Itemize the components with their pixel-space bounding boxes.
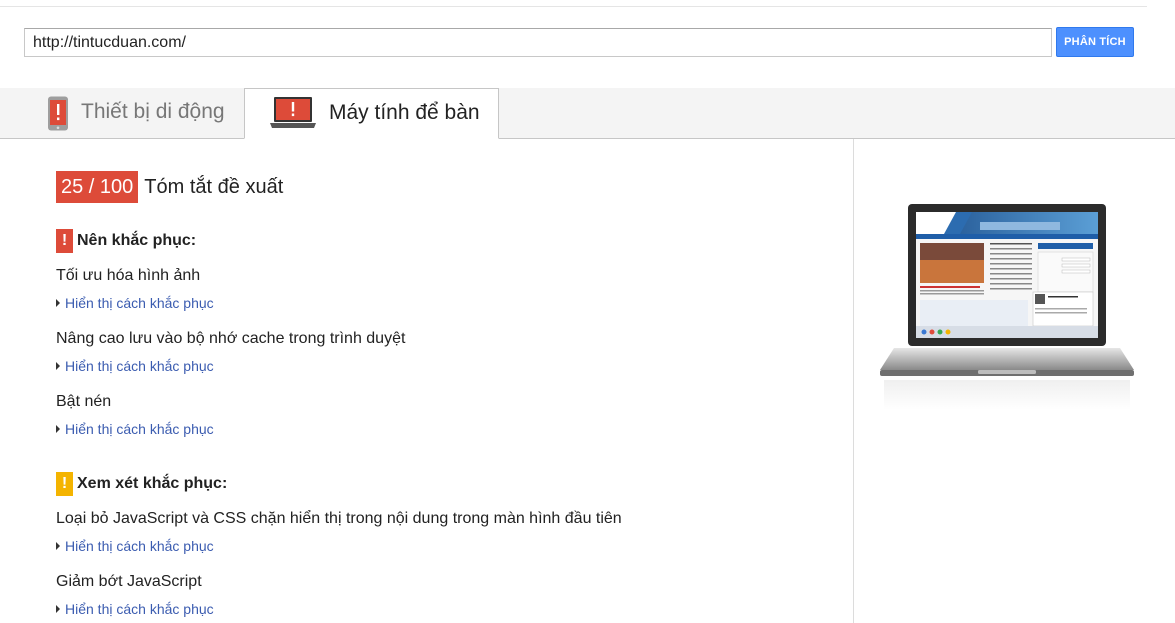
- show-fix-link[interactable]: Hiển thị cách khắc phục: [56, 601, 214, 617]
- device-tabs: Thiết bị di động Máy tính để bàn: [0, 88, 1175, 139]
- top-divider: [0, 6, 1147, 7]
- analyze-button[interactable]: PHÂN TÍCH: [1056, 27, 1134, 57]
- laptop-icon: [270, 97, 316, 128]
- show-fix-link[interactable]: Hiển thị cách khắc phục: [56, 295, 214, 311]
- rule-title: Bật nén: [56, 393, 112, 410]
- link-label: Hiển thị cách khắc phục: [65, 295, 214, 311]
- tab-desktop-label: Máy tính để bàn: [329, 101, 480, 124]
- desktop-screenshot-preview: [880, 204, 1134, 410]
- link-label: Hiển thị cách khắc phục: [65, 421, 214, 437]
- caret-right-icon: [56, 362, 60, 370]
- summary-title: Tóm tắt đề xuất: [144, 175, 284, 198]
- caret-right-icon: [56, 605, 60, 613]
- link-label: Hiển thị cách khắc phục: [65, 601, 214, 617]
- score-badge: 25 / 100: [56, 171, 139, 203]
- show-fix-link[interactable]: Hiển thị cách khắc phục: [56, 538, 214, 554]
- link-label: Hiển thị cách khắc phục: [65, 538, 214, 554]
- rule-title: Nâng cao lưu vào bộ nhớ cache trong trìn…: [56, 330, 406, 347]
- caret-right-icon: [56, 299, 60, 307]
- tab-mobile-label: Thiết bị di động: [81, 100, 225, 123]
- rule-title: Loại bỏ JavaScript và CSS chặn hiển thị …: [56, 510, 622, 527]
- section-title: Xem xét khắc phục:: [77, 475, 228, 492]
- score-summary: 25 / 100 Tóm tắt đề xuất: [56, 171, 283, 203]
- tab-desktop[interactable]: Máy tính để bàn: [244, 88, 499, 139]
- url-input[interactable]: [24, 28, 1052, 57]
- rule-title: Tối ưu hóa hình ảnh: [56, 267, 201, 284]
- caret-right-icon: [56, 425, 60, 433]
- show-fix-link[interactable]: Hiển thị cách khắc phục: [56, 421, 214, 437]
- tab-mobile[interactable]: Thiết bị di động: [24, 88, 244, 139]
- rule-title: Giảm bớt JavaScript: [56, 573, 202, 590]
- show-fix-link[interactable]: Hiển thị cách khắc phục: [56, 358, 214, 374]
- mobile-phone-icon: [48, 96, 68, 131]
- section-title: Nên khắc phục:: [77, 232, 197, 249]
- caret-right-icon: [56, 542, 60, 550]
- section-should-fix: ! Nên khắc phục:: [56, 229, 196, 253]
- column-divider: [853, 139, 854, 623]
- warning-icon: !: [56, 472, 73, 496]
- section-consider-fix: ! Xem xét khắc phục:: [56, 472, 227, 496]
- error-icon: !: [56, 229, 73, 253]
- link-label: Hiển thị cách khắc phục: [65, 358, 214, 374]
